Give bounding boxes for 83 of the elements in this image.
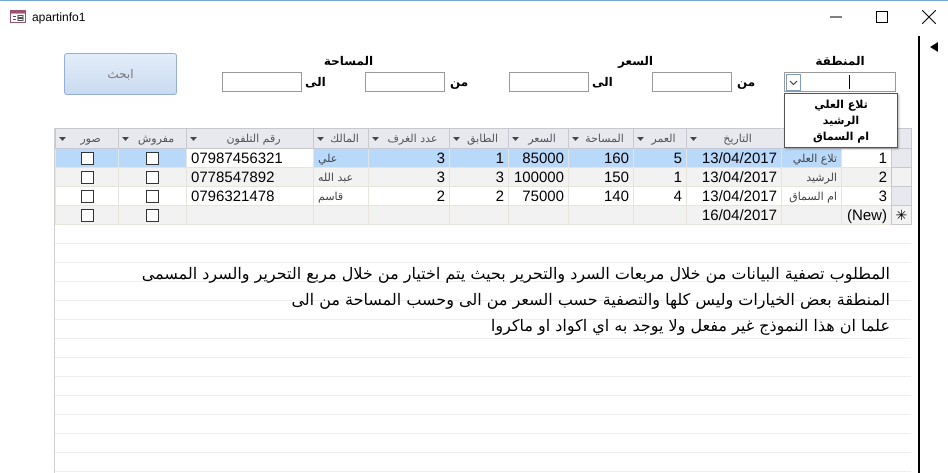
dropdown-arrow-icon[interactable] [59, 136, 66, 140]
dropdown-arrow-icon[interactable] [572, 136, 579, 140]
table-cell [508, 206, 568, 224]
column-header[interactable]: مفروش [118, 128, 186, 148]
table-cell: عبد الله [314, 168, 368, 186]
dropdown-arrow-icon[interactable] [317, 136, 324, 140]
checkbox[interactable] [80, 209, 94, 222]
dropdown-arrow-icon[interactable] [122, 136, 129, 140]
checkbox[interactable] [146, 209, 159, 222]
to-label: الى [592, 75, 614, 89]
filter-label: السعر [618, 54, 654, 70]
checkbox[interactable] [146, 171, 159, 184]
note-text: المطلوب تصفية البيانات من خلال مربعات السرد والتحرير بحيث يتم اختيار من خلال مربع التحرير والسرد المسمى [140, 263, 890, 285]
table-cell: 1 [842, 148, 892, 168]
table-cell: 85000 [508, 148, 568, 168]
minimize-icon[interactable] [830, 16, 842, 18]
table-cell: 3 [368, 168, 450, 186]
dropdown-arrow-icon[interactable] [190, 136, 197, 140]
column-header[interactable]: السعر [508, 128, 568, 148]
filter-label: المساحة [324, 54, 374, 70]
table-cell: 07987456321 [186, 148, 314, 168]
checkbox[interactable] [80, 190, 94, 204]
column-header[interactable]: الطابق [450, 128, 508, 148]
column-header[interactable]: العمر [634, 128, 686, 148]
checkbox[interactable] [80, 171, 94, 184]
dropdown-arrow-icon[interactable] [512, 136, 519, 140]
form-icon [10, 10, 26, 23]
table-cell [568, 206, 634, 224]
table-cell: 3 [368, 148, 450, 168]
column-header[interactable]: عدد الغرف [368, 128, 450, 148]
note-text: المنطقة بعض الخيارات وليس كلها والتصفية حسب السعر من الى وحسب المساحة من الى [290, 289, 890, 311]
table-cell: الرشيد [782, 168, 842, 186]
window-title: apartinfo1 [32, 10, 86, 24]
table-cell: 2 [842, 168, 892, 186]
note-text: علما ان هذا النموذج غير مفعل ولا يوجد به اي اكواد او ماكروا [490, 315, 890, 337]
close-icon[interactable] [922, 10, 936, 24]
filter-label: المنطقة [815, 54, 865, 70]
table-cell: 13/04/2017 [686, 168, 782, 186]
from-field[interactable] [652, 72, 732, 92]
table-cell: 1 [450, 148, 508, 168]
dropdown-arrow-icon[interactable] [637, 136, 644, 140]
maximize-icon[interactable] [876, 10, 888, 22]
table-cell: (New) [842, 206, 892, 224]
dropdown-option[interactable]: الرشيد [822, 113, 860, 129]
table-cell: 3 [450, 168, 508, 186]
dropdown-arrow-icon[interactable] [372, 136, 379, 140]
from-label: من [737, 75, 756, 89]
table-cell: 150 [568, 168, 634, 186]
dropdown-option[interactable]: ام السماق [812, 129, 870, 145]
column-header[interactable]: رقم التلفون [186, 128, 314, 148]
dropdown-icon[interactable] [786, 74, 801, 90]
table-cell: علي [314, 148, 368, 168]
table-cell: 0778547892 [186, 168, 314, 186]
column-header[interactable]: التاريخ [686, 128, 782, 148]
triangle-left-icon[interactable] [930, 42, 938, 52]
to-field[interactable] [222, 72, 302, 92]
search-button[interactable]: ابحث [64, 53, 177, 95]
row-selector[interactable]: ✳ [892, 206, 912, 224]
table-cell: 100000 [508, 168, 568, 186]
table-cell: 1 [634, 168, 686, 186]
checkbox[interactable] [80, 152, 94, 166]
to-label: الى [305, 75, 327, 89]
new-row-marker: ✳ [896, 206, 908, 222]
table-cell: 160 [568, 148, 634, 168]
table-cell [450, 206, 508, 224]
table-cell: تلاع العلي [782, 148, 842, 168]
table-cell [634, 206, 686, 224]
checkbox[interactable] [146, 190, 159, 204]
table-cell [314, 206, 368, 224]
dropdown-arrow-icon[interactable] [690, 136, 697, 140]
table-cell [782, 206, 842, 224]
dropdown-option[interactable]: تلاع العلي [814, 97, 868, 113]
column-header[interactable]: صور [56, 128, 118, 148]
table-cell: 16/04/2017 [686, 206, 782, 224]
to-field[interactable] [509, 72, 589, 92]
table-cell: 5 [634, 148, 686, 168]
from-label: من [450, 75, 470, 89]
from-field[interactable] [365, 72, 445, 92]
table-cell: 13/04/2017 [686, 148, 782, 168]
checkbox[interactable] [146, 152, 159, 166]
column-header[interactable]: المالك [314, 128, 368, 148]
column-header[interactable]: المساحة [568, 128, 634, 148]
dropdown-arrow-icon[interactable] [453, 136, 460, 140]
